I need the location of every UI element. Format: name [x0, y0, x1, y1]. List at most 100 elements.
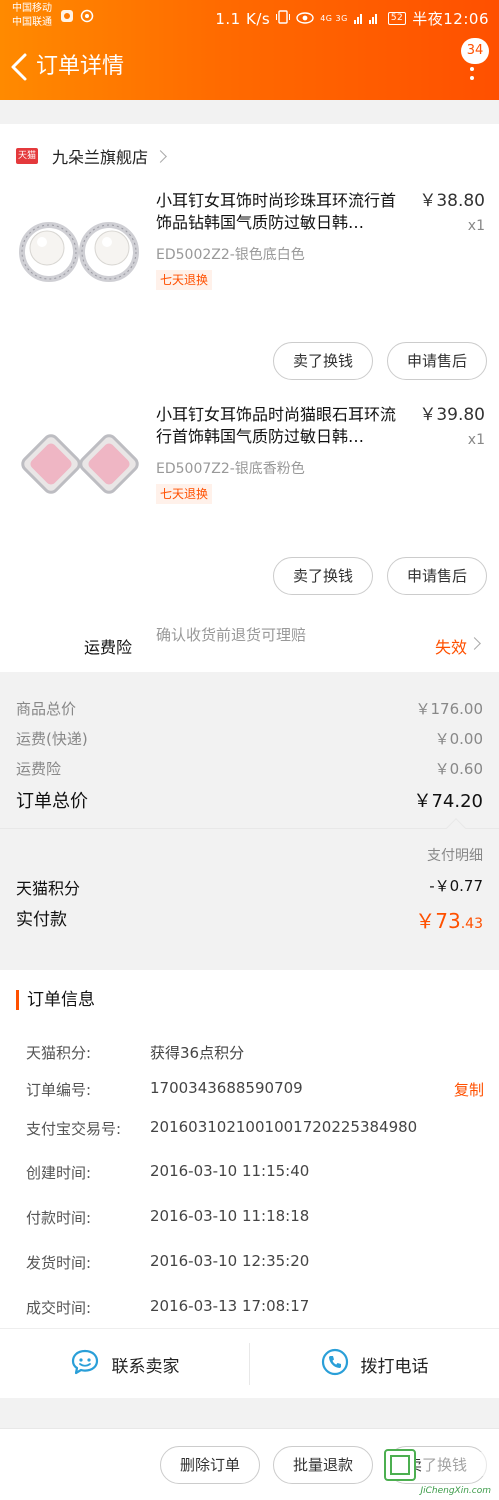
shipping-label: 运费(快递): [16, 730, 88, 748]
app-header: 中国移动 中国联通 1.1 K/s 4G 3G 52 半夜12:06 订单详情 …: [0, 0, 499, 100]
shipping-value: ￥0.00: [434, 730, 483, 748]
paid-amount-dec: .43: [460, 916, 483, 932]
product-qty: x1: [467, 218, 485, 234]
shipping-insurance-row[interactable]: 运费险 确认收货前退货可理赔 失效: [0, 620, 499, 672]
info-row-created: 创建时间: 2016-03-10 11:15:40: [26, 1162, 486, 1184]
info-value: 2016-03-13 17:08:17: [150, 1297, 310, 1315]
status-right: 1.1 K/s 4G 3G 52 半夜12:06: [215, 8, 489, 29]
net-speed: 1.1 K/s: [215, 9, 271, 28]
after-sale-button[interactable]: 申请售后: [387, 557, 487, 595]
info-value: 2016-03-10 12:35:20: [150, 1252, 310, 1270]
info-row-completed: 成交时间: 2016-03-13 17:08:17: [26, 1297, 486, 1319]
page-title: 订单详情: [36, 54, 125, 79]
contact-bar: 联系卖家 拨打电话: [0, 1328, 499, 1398]
points-label: 天猫积分: [16, 879, 81, 898]
paid-label: 实付款: [16, 910, 67, 930]
shipping-insurance-label: 运费险: [84, 638, 133, 657]
info-key: 付款时间:: [26, 1209, 92, 1227]
goods-total-label: 商品总价: [16, 700, 77, 718]
chevron-right-icon: [154, 149, 167, 163]
vibrate-icon: [276, 9, 291, 29]
copy-order-no-button[interactable]: 复制: [454, 1079, 484, 1100]
product-qty: x1: [467, 432, 485, 448]
clock: 半夜12:06: [412, 10, 489, 28]
points-row: 天猫积分 -￥0.77: [16, 875, 483, 899]
more-menu-icon[interactable]: [467, 58, 477, 80]
info-value: 获得36点积分: [150, 1044, 245, 1062]
shipping-insurance-desc: 确认收货前退货可理赔: [156, 626, 307, 644]
status-bar: 中国移动 中国联通 1.1 K/s 4G 3G 52 半夜12:06: [0, 0, 499, 36]
product-sku: ED5007Z2-银底香粉色: [156, 461, 305, 477]
carrier-2: 中国联通: [12, 17, 52, 28]
eye-icon: [296, 10, 314, 28]
shop-link[interactable]: 天猫 九朵兰旗舰店: [16, 144, 167, 168]
product-image-pearl-earrings[interactable]: [14, 190, 144, 320]
info-row-points: 天猫积分: 获得36点积分: [26, 1042, 486, 1064]
product-title[interactable]: 小耳钉女耳饰时尚珍珠耳环流行首饰品钻韩国气质防过敏日韩…: [156, 190, 408, 234]
back-icon[interactable]: [8, 52, 32, 82]
product-title[interactable]: 小耳钉女耳饰品时尚猫眼石耳环流行首饰韩国气质防过敏日韩…: [156, 404, 408, 448]
phone-icon: [321, 1348, 349, 1381]
info-key: 订单编号:: [26, 1081, 92, 1099]
chat-icon: [70, 1348, 100, 1381]
sell-for-cash-button[interactable]: 卖了换钱: [273, 557, 373, 595]
product-price: ￥39.80: [419, 405, 485, 425]
order-total-row: 订单总价 ￥74.20: [16, 787, 483, 813]
info-value: 2016031021001001720225384980: [150, 1118, 418, 1136]
shipping-row: 运费(快递) ￥0.00: [16, 728, 483, 749]
call-phone-label: 拨打电话: [360, 1356, 429, 1377]
batch-refund-button[interactable]: 批量退款: [273, 1446, 373, 1484]
info-row-alipay-no: 支付宝交易号: 2016031021001001720225384980: [26, 1118, 486, 1140]
paid-amount: ￥73.43: [415, 905, 483, 934]
battery-icon: 52: [387, 12, 407, 25]
info-key: 发货时间:: [26, 1254, 92, 1272]
product-image-pink-earrings[interactable]: [14, 404, 144, 534]
info-value: 2016-03-10 11:15:40: [150, 1162, 310, 1180]
carrier-1: 中国移动: [12, 3, 52, 14]
contact-seller-button[interactable]: 联系卖家: [0, 1329, 249, 1399]
order-item[interactable]: 小耳钉女耳饰时尚珍珠耳环流行首饰品钻韩国气质防过敏日韩… ￥38.80 x1 E…: [0, 190, 499, 380]
contact-seller-label: 联系卖家: [111, 1356, 180, 1377]
return-policy-tag: 七天退换: [156, 270, 213, 290]
info-row-order-no: 订单编号: 1700343688590709 复制: [26, 1079, 486, 1101]
info-value: 1700343688590709: [150, 1079, 303, 1097]
delete-order-button[interactable]: 删除订单: [160, 1446, 260, 1484]
shipping-insurance-status: 失效: [434, 638, 467, 657]
info-value: 2016-03-10 11:18:18: [150, 1207, 310, 1225]
order-info-section: 订单信息 天猫积分: 获得36点积分 订单编号: 170034368859070…: [0, 970, 499, 1328]
goods-total-row: 商品总价 ￥176.00: [16, 698, 483, 719]
info-row-paid: 付款时间: 2016-03-10 11:18:18: [26, 1207, 486, 1229]
network-type: 4G 3G: [320, 14, 348, 23]
after-sale-button[interactable]: 申请售后: [387, 342, 487, 380]
order-items-card: 天猫 九朵兰旗舰店 小耳钉女耳饰时尚珍珠耳环流行首饰品钻韩国气质防过敏日韩… ￥…: [0, 124, 499, 672]
insurance-fee-label: 运费险: [16, 760, 62, 778]
info-key: 天猫积分:: [26, 1044, 92, 1062]
points-value: -￥0.77: [429, 877, 483, 895]
info-row-shipped: 发货时间: 2016-03-10 12:35:20: [26, 1252, 486, 1274]
order-item[interactable]: 小耳钉女耳饰品时尚猫眼石耳环流行首饰韩国气质防过敏日韩… ￥39.80 x1 E…: [0, 404, 499, 595]
info-key: 创建时间:: [26, 1164, 92, 1182]
watermark-text: JiChengXin.com: [420, 1486, 491, 1496]
product-price: ￥38.80: [419, 191, 485, 211]
tmall-logo-icon: 天猫: [16, 148, 38, 164]
signal-icon: [353, 10, 382, 28]
order-info-title: 订单信息: [16, 990, 95, 1010]
goods-total-value: ￥176.00: [415, 700, 484, 718]
insurance-fee-row: 运费险 ￥0.60: [16, 758, 483, 779]
paid-amount-int: ￥73: [415, 909, 461, 933]
return-policy-tag: 七天退换: [156, 484, 213, 504]
payment-summary: 支付明细 天猫积分 -￥0.77 实付款 ￥73.43: [0, 829, 499, 941]
battery-level: 52: [390, 13, 404, 23]
chevron-right-icon: [468, 637, 481, 650]
app-notification-icon: [60, 9, 74, 26]
call-phone-button[interactable]: 拨打电话: [250, 1329, 499, 1399]
order-total-label: 订单总价: [16, 791, 88, 812]
app-notification-icon-2: [80, 9, 94, 26]
paid-row: 实付款 ￥73.43: [16, 905, 483, 934]
shop-name: 九朵兰旗舰店: [52, 148, 149, 167]
insurance-fee-value: ￥0.60: [434, 760, 483, 778]
payment-detail-link[interactable]: 支付明细: [427, 845, 483, 865]
product-sku: ED5002Z2-银色底白色: [156, 247, 305, 263]
info-key: 成交时间:: [26, 1299, 92, 1317]
sell-for-cash-button[interactable]: 卖了换钱: [273, 342, 373, 380]
